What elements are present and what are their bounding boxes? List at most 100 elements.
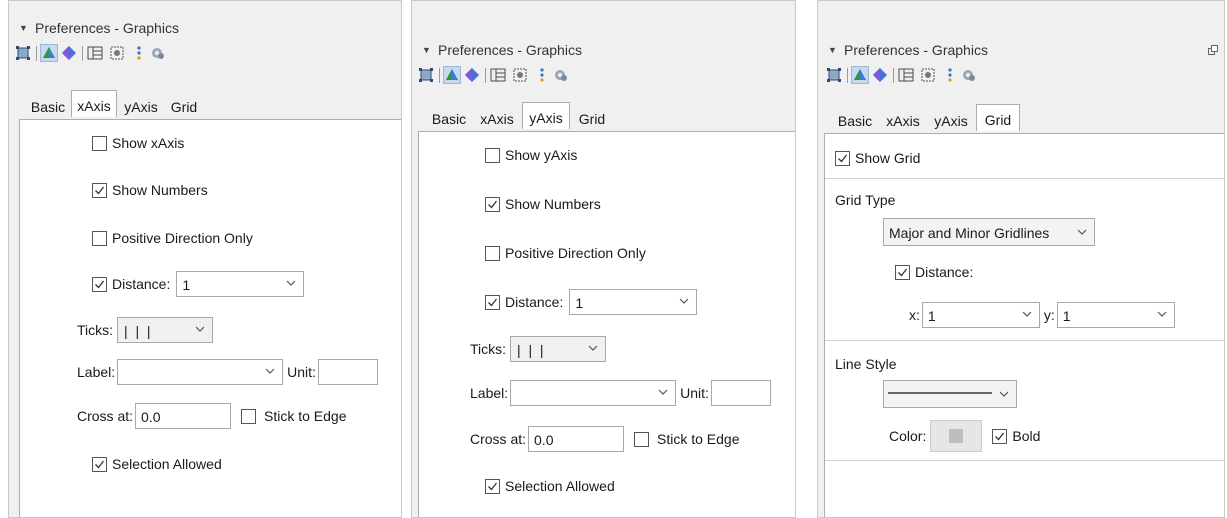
color-swatch-fill: [949, 429, 964, 443]
settings-icon[interactable]: [552, 67, 568, 83]
ticks-combo[interactable]: | | |: [510, 336, 607, 362]
show-grid-checkbox[interactable]: [835, 150, 850, 166]
distance-checkbox[interactable]: [92, 276, 107, 292]
undock-icon[interactable]: [1208, 45, 1218, 55]
grid-distance-checkbox[interactable]: [895, 264, 910, 280]
selection-allowed-row[interactable]: Selection Allowed: [485, 478, 615, 494]
unit-field[interactable]: [710, 380, 771, 406]
graphics-view-icon[interactable]: [826, 67, 842, 83]
tab-grid[interactable]: Grid: [572, 105, 612, 131]
cross-at-label: Cross at:: [77, 408, 134, 424]
spreadsheet-icon[interactable]: [920, 67, 936, 83]
section-divider: [825, 460, 1224, 461]
graphics-3d-alt-icon[interactable]: [872, 67, 888, 83]
tab-basic[interactable]: Basic: [426, 105, 472, 131]
line-style-combo[interactable]: [883, 380, 1017, 408]
graphics-3d-icon[interactable]: [40, 44, 58, 62]
tab-xaxis[interactable]: xAxis: [474, 105, 520, 131]
graphics-3d-icon[interactable]: [851, 66, 869, 84]
show-numbers-row[interactable]: Show Numbers: [485, 196, 601, 212]
grid-xy-row: x: 1 y: 1: [909, 302, 1175, 328]
unit-label: Unit:: [287, 364, 316, 380]
collapse-triangle-icon[interactable]: ▼: [828, 45, 837, 55]
layout-icon[interactable]: [898, 67, 914, 83]
settings-icon[interactable]: [960, 67, 976, 83]
cross-at-field[interactable]: 0.0: [135, 403, 232, 429]
graphics-3d-icon[interactable]: [443, 66, 461, 84]
stick-to-edge-checkbox[interactable]: [241, 408, 257, 424]
x-label: x:: [909, 307, 920, 323]
graphics-3d-alt-icon[interactable]: [61, 45, 77, 61]
tab-basic[interactable]: Basic: [832, 107, 878, 133]
graphics-3d-alt-icon[interactable]: [464, 67, 480, 83]
label-combo[interactable]: [510, 380, 677, 406]
show-grid-row[interactable]: Show Grid: [835, 150, 920, 166]
selection-allowed-checkbox[interactable]: [92, 456, 107, 472]
positive-direction-checkbox[interactable]: [485, 245, 500, 261]
ticks-combo[interactable]: | | |: [117, 317, 214, 343]
cross-at-label: Cross at:: [470, 431, 527, 447]
positive-direction-row[interactable]: Positive Direction Only: [485, 245, 646, 261]
label-row: Label: Unit:: [77, 359, 378, 385]
graphics-view-icon[interactable]: [15, 45, 31, 61]
algebra-icon[interactable]: [942, 67, 958, 83]
show-axis-row[interactable]: Show yAxis: [485, 147, 577, 163]
algebra-icon[interactable]: [534, 67, 550, 83]
spreadsheet-icon[interactable]: [109, 45, 125, 61]
spreadsheet-icon[interactable]: [512, 67, 528, 83]
tab-xaxis[interactable]: xAxis: [880, 107, 926, 133]
panel-titlebar[interactable]: ▼ Preferences - Graphics: [9, 19, 401, 41]
panel-titlebar[interactable]: ▼ Preferences - Graphics: [818, 41, 1224, 63]
show-numbers-row[interactable]: Show Numbers: [92, 182, 208, 198]
tab-yaxis[interactable]: yAxis: [119, 93, 163, 119]
color-label: Color:: [889, 428, 927, 444]
selection-allowed-checkbox[interactable]: [485, 478, 500, 494]
positive-direction-label: Positive Direction Only: [112, 230, 253, 246]
show-axis-row[interactable]: Show xAxis: [92, 135, 184, 151]
grid-type-combo[interactable]: Major and Minor Gridlines: [883, 218, 1095, 246]
style-toolbar: [412, 63, 795, 87]
layout-icon[interactable]: [87, 45, 103, 61]
panel-titlebar[interactable]: ▼ Preferences - Graphics: [412, 41, 795, 63]
y-combo[interactable]: 1: [1056, 302, 1175, 328]
settings-icon[interactable]: [149, 45, 165, 61]
preferences-panel-grid: ▼ Preferences - Graphics Basic xAxis yAx…: [817, 0, 1225, 518]
tab-grid[interactable]: Grid: [976, 104, 1020, 131]
distance-combo[interactable]: 1: [176, 271, 305, 297]
show-axis-label: Show yAxis: [505, 147, 578, 163]
selection-allowed-row[interactable]: Selection Allowed: [92, 456, 222, 472]
unit-field[interactable]: [317, 359, 378, 385]
positive-direction-row[interactable]: Positive Direction Only: [92, 230, 253, 246]
tab-grid[interactable]: Grid: [165, 93, 203, 119]
show-numbers-checkbox[interactable]: [485, 196, 500, 212]
positive-direction-checkbox[interactable]: [92, 230, 107, 246]
cross-at-field[interactable]: 0.0: [528, 426, 625, 452]
x-combo[interactable]: 1: [921, 302, 1040, 328]
ticks-value: | | |: [124, 323, 151, 339]
label-row: Label: Unit:: [470, 380, 771, 406]
algebra-icon[interactable]: [131, 45, 147, 61]
stick-to-edge-checkbox[interactable]: [634, 431, 650, 447]
tab-yaxis[interactable]: yAxis: [928, 107, 974, 133]
show-axis-checkbox[interactable]: [92, 135, 107, 151]
color-swatch[interactable]: [930, 420, 983, 452]
collapse-triangle-icon[interactable]: ▼: [19, 23, 28, 33]
grid-type-heading: Grid Type: [835, 192, 896, 208]
tab-yaxis[interactable]: yAxis: [522, 102, 570, 129]
distance-combo[interactable]: 1: [569, 289, 698, 315]
chevron-down-icon: [1157, 311, 1167, 317]
collapse-triangle-icon[interactable]: ▼: [422, 45, 431, 55]
grid-distance-row[interactable]: Distance:: [895, 264, 973, 280]
tab-bar: Basic xAxis yAxis Grid: [418, 102, 678, 131]
distance-checkbox[interactable]: [485, 294, 500, 310]
chevron-down-icon: [1077, 229, 1087, 235]
tab-basic[interactable]: Basic: [27, 93, 69, 119]
tab-xaxis[interactable]: xAxis: [71, 90, 117, 117]
show-numbers-checkbox[interactable]: [92, 182, 107, 198]
label-combo[interactable]: [117, 359, 284, 385]
layout-icon[interactable]: [490, 67, 506, 83]
bold-checkbox[interactable]: [992, 428, 1008, 444]
show-axis-checkbox[interactable]: [485, 147, 500, 163]
ticks-row: Ticks: | | |: [77, 317, 214, 343]
graphics-view-icon[interactable]: [418, 67, 434, 83]
